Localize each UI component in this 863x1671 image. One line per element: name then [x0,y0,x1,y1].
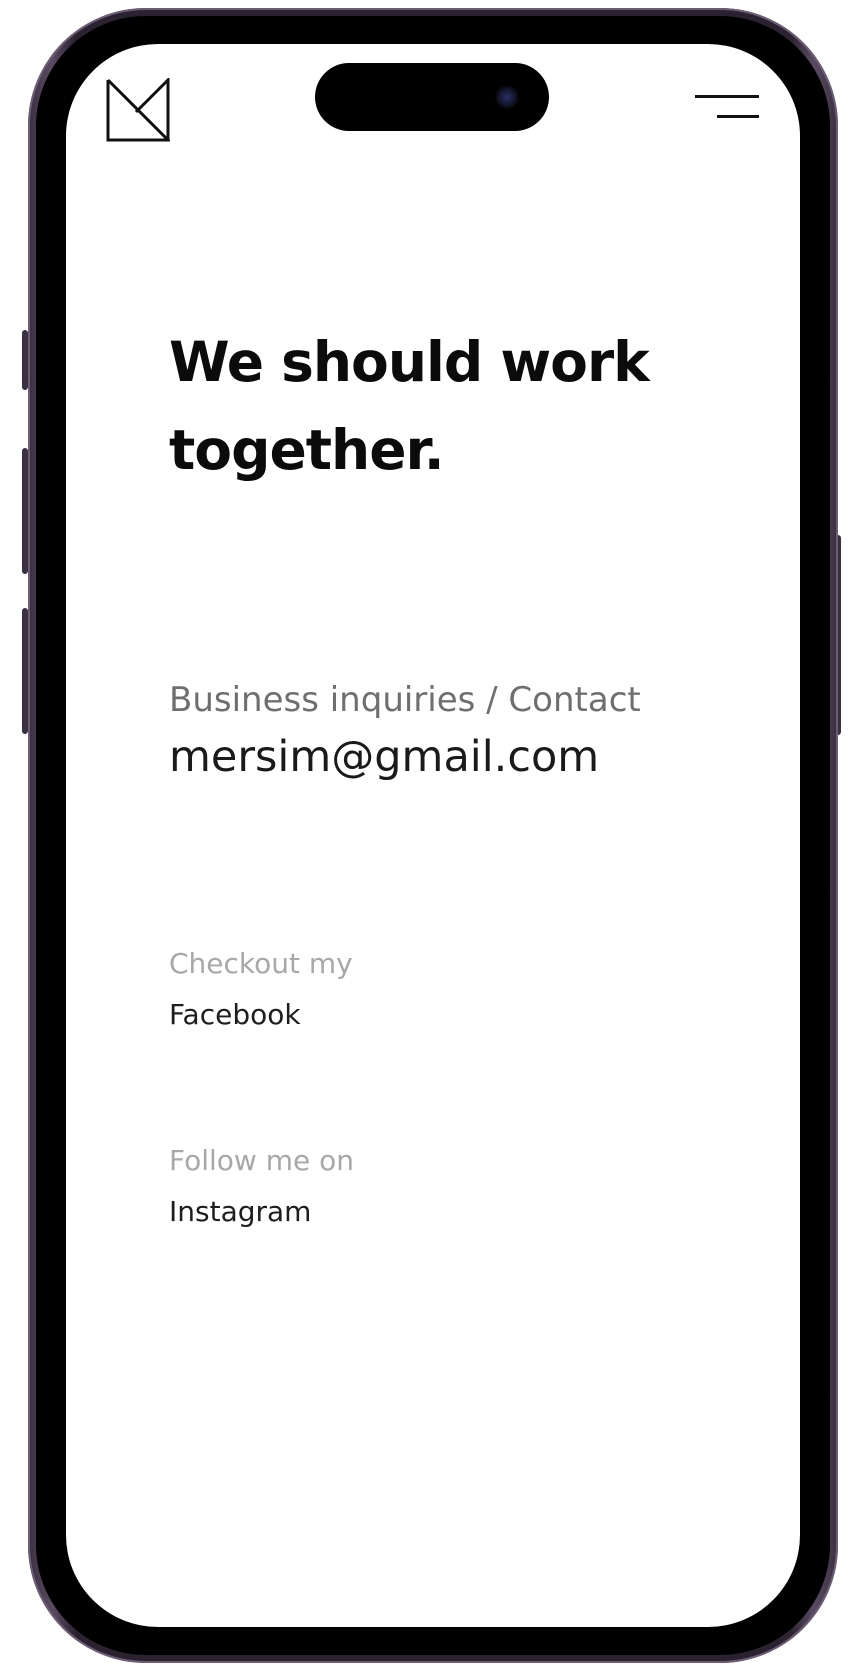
menu-button[interactable] [693,95,759,125]
page-title: We should work together. [169,318,689,494]
camera-lens-icon [495,85,519,109]
headline-line-2: together. [169,418,445,482]
headline-line-1: We should work [169,330,650,394]
logo-icon[interactable] [106,76,172,142]
dynamic-island [315,63,549,131]
instagram-label: Follow me on [169,1144,355,1177]
email-link[interactable]: mersim@gmail.com [169,732,599,782]
contact-label: Business inquiries / Contact [169,680,641,720]
menu-line-bottom [717,115,759,118]
instagram-link[interactable]: Instagram [169,1195,311,1228]
menu-line-top [695,95,759,98]
screen [66,44,800,1627]
facebook-label: Checkout my [169,947,353,980]
facebook-link[interactable]: Facebook [169,998,301,1031]
phone-mockup: We should work together. Business inquir… [0,0,863,1671]
monogram-m-icon [106,76,172,142]
